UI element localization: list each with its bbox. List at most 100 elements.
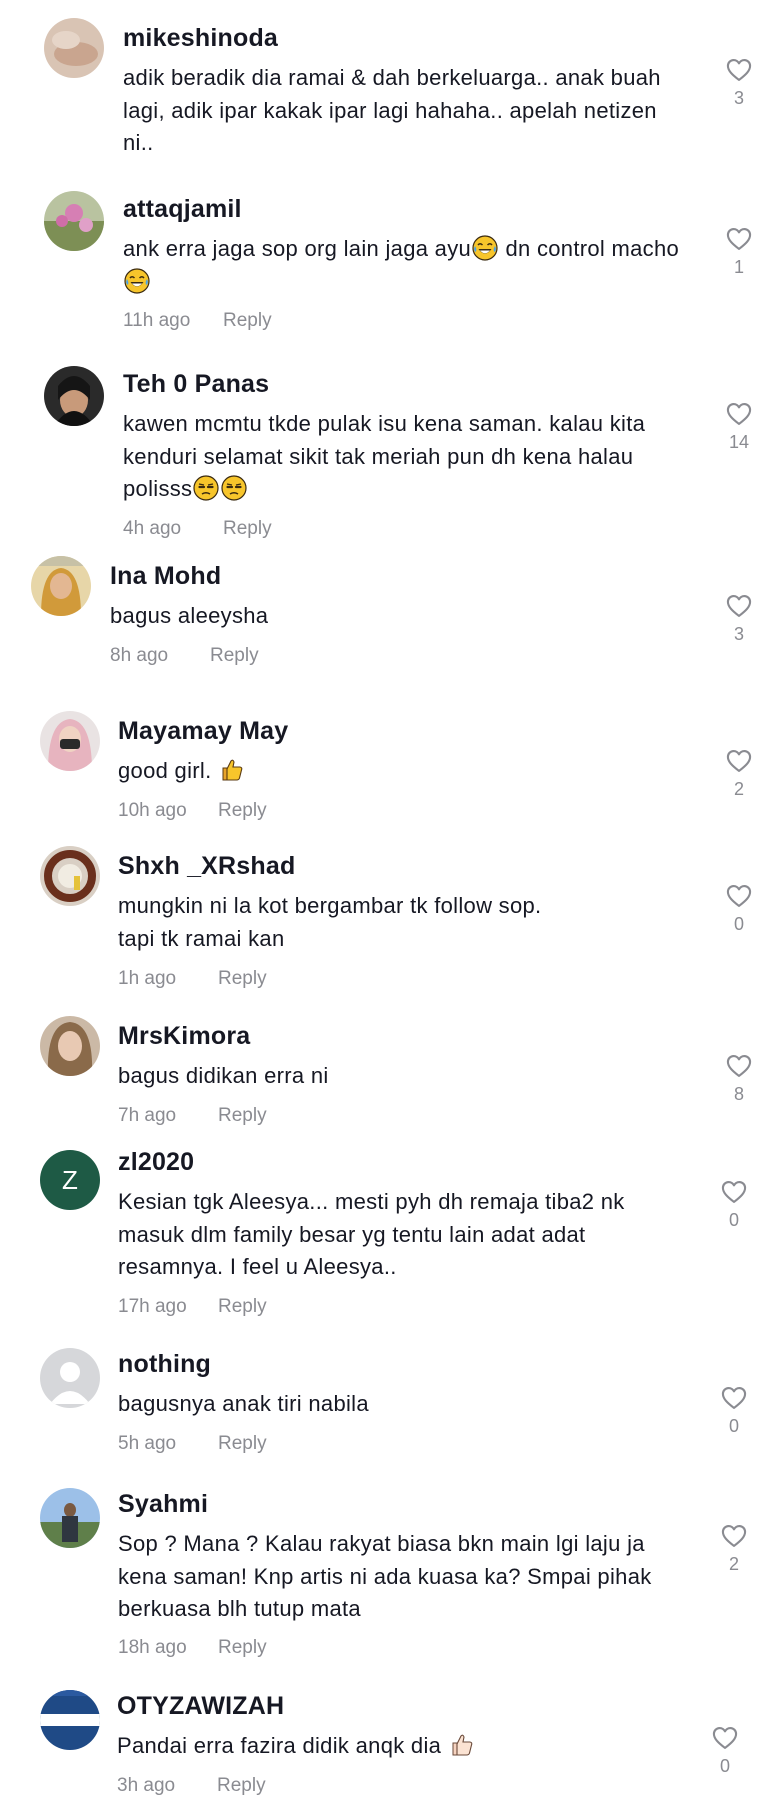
avatar[interactable]: [40, 1690, 100, 1750]
heart-outline-icon: [724, 747, 754, 775]
timestamp: 4h ago: [123, 518, 182, 539]
comment-text-line: mungkin ni la kot bergambar tk follow so…: [118, 893, 542, 918]
timestamp: 1h ago: [118, 968, 177, 989]
comment-zl2020: Z zl2020 Kesian tgk Aleesya... mesti pyh…: [0, 1148, 771, 1348]
like-button[interactable]: 3: [719, 56, 759, 109]
reply-button[interactable]: Reply: [223, 518, 272, 540]
avatar[interactable]: [31, 556, 91, 616]
comment-text: bagusnya anak tiri nabila: [118, 1391, 369, 1416]
username[interactable]: mikeshinoda: [123, 24, 278, 53]
avatar[interactable]: [40, 1348, 100, 1408]
timestamp: 10h ago: [118, 800, 187, 821]
heart-outline-icon: [724, 882, 754, 910]
like-button[interactable]: 14: [719, 400, 759, 453]
comment-text: bagus aleeysha: [110, 603, 269, 628]
heart-outline-icon: [719, 1178, 749, 1206]
avatar[interactable]: [44, 18, 104, 78]
like-button[interactable]: 3: [719, 592, 759, 645]
avatar-letter: Z: [62, 1164, 78, 1195]
username[interactable]: attaqjamil: [123, 195, 242, 224]
tears-of-joy-emoji: [124, 268, 150, 294]
comment-syahmi: Syahmi Sop ? Mana ? Kalau rakyat biasa b…: [0, 1488, 771, 1688]
comment-text-part: ank erra jaga sop org lain jaga ayu: [123, 236, 472, 261]
comment-text: Pandai erra fazira didik anqk dia: [117, 1730, 682, 1763]
username[interactable]: Syahmi: [118, 1490, 208, 1519]
timestamp: 8h ago: [110, 645, 169, 666]
like-button[interactable]: 0: [719, 882, 759, 935]
username[interactable]: Shxh _XRshad: [118, 852, 295, 881]
like-count: 1: [733, 257, 744, 277]
like-button[interactable]: 8: [719, 1052, 759, 1105]
tears-of-joy-emoji: [472, 235, 498, 261]
reply-button[interactable]: Reply: [210, 645, 259, 667]
reply-button[interactable]: Reply: [223, 310, 272, 332]
reply-button[interactable]: Reply: [218, 1433, 267, 1455]
unamused-face-emoji: [193, 475, 219, 501]
heart-outline-icon: [710, 1724, 740, 1752]
reply-button[interactable]: Reply: [218, 1637, 267, 1659]
comment-meta: 3h ago Reply: [117, 1775, 266, 1797]
like-count: 2: [728, 1554, 739, 1574]
reply-button[interactable]: Reply: [217, 1775, 266, 1797]
timestamp: 5h ago: [118, 1433, 177, 1454]
comment-text-line: tapi tk ramai kan: [118, 925, 285, 951]
avatar[interactable]: [40, 846, 100, 906]
like-button[interactable]: 2: [714, 1522, 754, 1575]
username[interactable]: nothing: [118, 1350, 211, 1379]
comment-text: mungkin ni la kot bergambar tk follow so…: [118, 890, 683, 955]
username[interactable]: Ina Mohd: [110, 562, 221, 591]
like-count: 0: [719, 1756, 730, 1776]
comment-meta: 11h ago Reply: [123, 310, 272, 332]
comment-ina-mohd: Ina Mohd bagus aleeysha 8h ago Reply 3: [0, 550, 771, 705]
like-button[interactable]: 0: [714, 1384, 754, 1437]
comment-mikeshinoda: mikeshinoda adik beradik dia ramai & dah…: [0, 0, 771, 165]
heart-outline-icon: [719, 1522, 749, 1550]
reply-button[interactable]: Reply: [218, 800, 267, 822]
like-button[interactable]: 2: [719, 747, 759, 800]
heart-outline-icon: [724, 56, 754, 84]
avatar[interactable]: [40, 1488, 100, 1548]
reply-button[interactable]: Reply: [218, 1105, 267, 1127]
comment-mayamay-may: Mayamay May good girl. 10h ago Reply 2: [0, 705, 771, 840]
comment-teh-0-panas: Teh 0 Panas kawen mcmtu tkde pulak isu k…: [0, 340, 771, 550]
comment-text-part: dn control macho: [499, 236, 680, 261]
username[interactable]: zl2020: [118, 1148, 194, 1177]
like-count: 0: [733, 914, 744, 934]
avatar[interactable]: [40, 711, 100, 771]
like-count: 3: [733, 88, 744, 108]
timestamp: 3h ago: [117, 1775, 176, 1796]
avatar[interactable]: Z: [40, 1150, 100, 1210]
like-button[interactable]: 0: [705, 1724, 745, 1777]
username[interactable]: Mayamay May: [118, 717, 288, 746]
avatar[interactable]: [44, 366, 104, 426]
comment-meta: 7h ago Reply: [118, 1105, 267, 1127]
default-avatar-icon: [40, 1348, 100, 1408]
username[interactable]: OTYZAWIZAH: [117, 1692, 284, 1721]
like-count: 0: [728, 1416, 739, 1436]
avatar[interactable]: [40, 1016, 100, 1076]
comment-text: adik beradik dia ramai & dah berkeluarga…: [123, 65, 661, 155]
comment-meta: 17h ago Reply: [118, 1296, 267, 1318]
username[interactable]: Teh 0 Panas: [123, 370, 269, 399]
reply-button[interactable]: Reply: [218, 1296, 267, 1318]
thumbs-up-emoji: [449, 1732, 475, 1758]
timestamp: 11h ago: [123, 310, 191, 331]
username[interactable]: MrsKimora: [118, 1022, 250, 1051]
timestamp: 7h ago: [118, 1105, 177, 1126]
heart-outline-icon: [724, 225, 754, 253]
like-count: 14: [728, 432, 750, 452]
comment-attaqjamil: attaqjamil ank erra jaga sop org lain ja…: [0, 165, 771, 340]
heart-outline-icon: [724, 592, 754, 620]
timestamp: 18h ago: [118, 1637, 187, 1658]
comment-meta: 1h ago Reply: [118, 968, 267, 990]
like-button[interactable]: 1: [719, 225, 759, 278]
comment-text: ank erra jaga sop org lain jaga ayu dn c…: [123, 233, 688, 298]
comment-text: Sop ? Mana ? Kalau rakyat biasa bkn main…: [118, 1531, 652, 1621]
like-button[interactable]: 0: [714, 1178, 754, 1231]
avatar[interactable]: [44, 191, 104, 251]
comment-meta: 10h ago Reply: [118, 800, 267, 822]
comment-text: good girl.: [118, 755, 683, 788]
comment-text-part: good girl.: [118, 758, 212, 783]
reply-button[interactable]: Reply: [218, 968, 267, 990]
timestamp: 17h ago: [118, 1296, 187, 1317]
